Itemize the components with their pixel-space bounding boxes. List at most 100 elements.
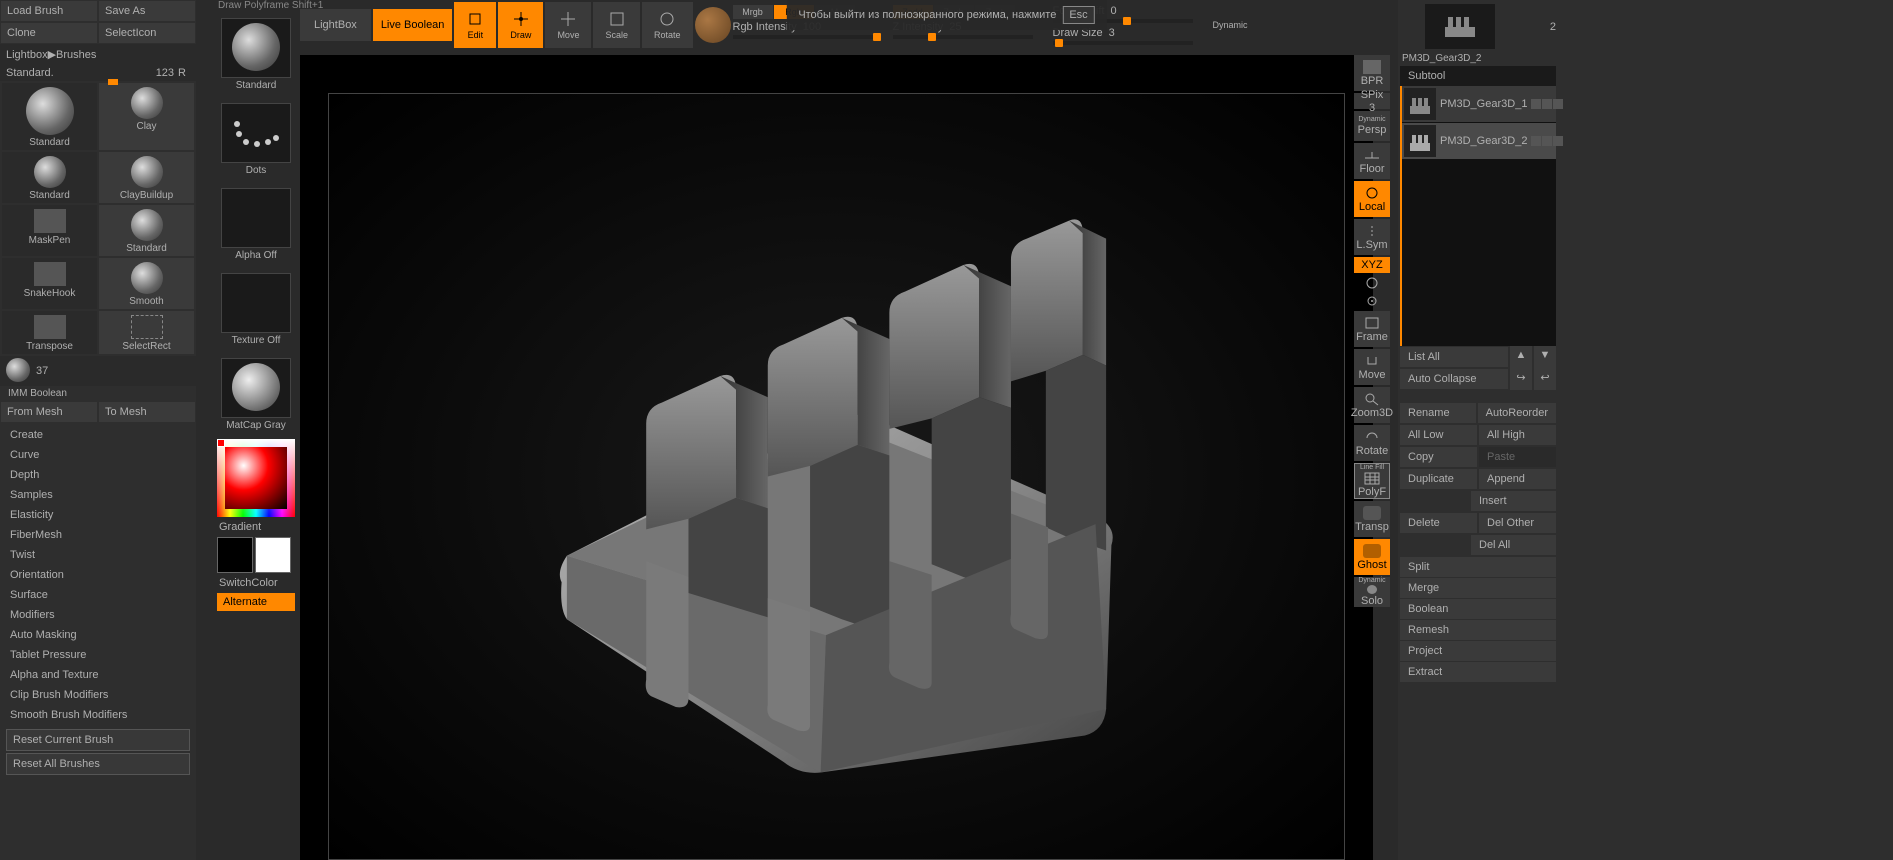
dynamic-persp-button[interactable]: DynamicPersp bbox=[1354, 111, 1390, 141]
to-mesh-button[interactable]: To Mesh bbox=[99, 402, 195, 422]
menu-modifiers[interactable]: Modifiers bbox=[0, 605, 196, 625]
mrgb-button[interactable]: Mrgb bbox=[733, 5, 773, 19]
menu-samples[interactable]: Samples bbox=[0, 485, 196, 505]
brush-smooth[interactable]: Smooth bbox=[99, 258, 194, 309]
delete-button[interactable]: Delete bbox=[1400, 513, 1477, 533]
subtool-mode-icon[interactable] bbox=[1542, 99, 1552, 109]
menu-clipbrushmod[interactable]: Clip Brush Modifiers bbox=[0, 685, 196, 705]
autoreorder-button[interactable]: AutoReorder bbox=[1478, 403, 1556, 423]
scale-mode-button[interactable]: Scale bbox=[593, 2, 640, 48]
del-all-button[interactable]: Del All bbox=[1471, 535, 1556, 555]
target-button[interactable] bbox=[1354, 293, 1390, 309]
del-other-button[interactable]: Del Other bbox=[1479, 513, 1556, 533]
z-intensity-slider[interactable] bbox=[893, 35, 1033, 39]
brush-imm-boolean[interactable]: 37 bbox=[0, 356, 196, 386]
bpr-button[interactable]: BPR bbox=[1354, 55, 1390, 91]
texture-selector[interactable]: Texture Off bbox=[215, 269, 297, 352]
insert-button[interactable]: Insert bbox=[1471, 491, 1556, 511]
rename-button[interactable]: Rename bbox=[1400, 403, 1476, 423]
subtool-mode-icon[interactable] bbox=[1542, 136, 1552, 146]
menu-twist[interactable]: Twist bbox=[0, 545, 196, 565]
remesh-section[interactable]: Remesh bbox=[1400, 620, 1556, 640]
brush-standard[interactable]: Standard bbox=[2, 83, 97, 150]
menu-elasticity[interactable]: Elasticity bbox=[0, 505, 196, 525]
live-boolean-button[interactable]: Live Boolean bbox=[373, 9, 453, 41]
switch-color-button[interactable]: SwitchColor bbox=[215, 575, 297, 591]
select-icon-button[interactable]: SelectIcon bbox=[99, 23, 195, 43]
menu-smoothbrushmod[interactable]: Smooth Brush Modifiers bbox=[0, 705, 196, 725]
menu-create[interactable]: Create bbox=[0, 425, 196, 445]
duplicate-button[interactable]: Duplicate bbox=[1400, 469, 1477, 489]
tool-thumbnail[interactable] bbox=[1425, 4, 1495, 49]
menu-orientation[interactable]: Orientation bbox=[0, 565, 196, 585]
subtool-eye-icon[interactable] bbox=[1553, 136, 1563, 146]
extract-section[interactable]: Extract bbox=[1400, 662, 1556, 682]
local-button[interactable]: Local bbox=[1354, 181, 1390, 217]
dynamic-label[interactable]: Dynamic bbox=[1213, 20, 1248, 30]
lightbox-button[interactable]: LightBox bbox=[300, 9, 371, 41]
all-low-button[interactable]: All Low bbox=[1400, 425, 1477, 445]
merge-section[interactable]: Merge bbox=[1400, 578, 1556, 598]
brush-standard-2[interactable]: Standard bbox=[2, 152, 97, 203]
brush-maskpen[interactable]: MaskPen bbox=[2, 205, 97, 256]
material-selector[interactable]: MatCap Gray bbox=[215, 354, 297, 437]
reset-current-brush-button[interactable]: Reset Current Brush bbox=[6, 729, 190, 751]
subtool-eye-icon[interactable] bbox=[1553, 99, 1563, 109]
spix-slider[interactable]: SPix 3 bbox=[1354, 93, 1390, 109]
menu-depth[interactable]: Depth bbox=[0, 465, 196, 485]
ghost-button[interactable]: Ghost bbox=[1354, 539, 1390, 575]
rotate-mode-button[interactable]: Rotate bbox=[642, 2, 693, 48]
menu-alphatexture[interactable]: Alpha and Texture bbox=[0, 665, 196, 685]
lightbox-brushes-link[interactable]: Lightbox▶Brushes bbox=[0, 44, 196, 65]
draw-size-slider[interactable] bbox=[1053, 41, 1193, 45]
menu-surface[interactable]: Surface bbox=[0, 585, 196, 605]
move-view-button[interactable]: Move bbox=[1354, 349, 1390, 385]
rgb-intensity-slider[interactable] bbox=[733, 35, 873, 39]
subtool-vis-icon[interactable] bbox=[1531, 99, 1541, 109]
subtool-item-1[interactable]: PM3D_Gear3D_1 bbox=[1402, 86, 1556, 122]
color-picker[interactable] bbox=[217, 439, 295, 517]
project-section[interactable]: Project bbox=[1400, 641, 1556, 661]
menu-curve[interactable]: Curve bbox=[0, 445, 196, 465]
brush-snakehook[interactable]: SnakeHook bbox=[2, 258, 97, 309]
menu-fibermesh[interactable]: FiberMesh bbox=[0, 525, 196, 545]
menu-automasking[interactable]: Auto Masking bbox=[0, 625, 196, 645]
lsym-button[interactable]: L.Sym bbox=[1354, 219, 1390, 255]
from-mesh-button[interactable]: From Mesh bbox=[1, 402, 97, 422]
current-brush-standard[interactable]: Standard bbox=[215, 14, 297, 97]
alpha-selector[interactable]: Alpha Off bbox=[215, 184, 297, 267]
solo-dynamic-button[interactable]: DynamicSolo bbox=[1354, 577, 1390, 607]
all-high-button[interactable]: All High bbox=[1479, 425, 1556, 445]
subtool-vis-icon[interactable] bbox=[1531, 136, 1541, 146]
gizmo-button[interactable] bbox=[695, 7, 731, 43]
frame-button[interactable]: Frame bbox=[1354, 311, 1390, 347]
floor-button[interactable]: Floor bbox=[1354, 143, 1390, 179]
boolean-section[interactable]: Boolean bbox=[1400, 599, 1556, 619]
xyz-button[interactable]: XYZ bbox=[1354, 257, 1390, 273]
paste-button[interactable]: Paste bbox=[1479, 447, 1556, 467]
swatch-main[interactable] bbox=[217, 537, 253, 573]
nav-down-button[interactable]: ▼ bbox=[1534, 346, 1556, 368]
swatch-secondary[interactable] bbox=[255, 537, 291, 573]
slider-r[interactable]: R bbox=[174, 67, 190, 79]
nav-forward-button[interactable]: ↪ bbox=[1510, 368, 1532, 390]
list-all-button[interactable]: List All bbox=[1400, 347, 1508, 367]
brush-standard-3[interactable]: Standard bbox=[99, 205, 194, 256]
append-button[interactable]: Append bbox=[1479, 469, 1556, 489]
alternate-button[interactable]: Alternate bbox=[217, 593, 295, 611]
zoom3d-button[interactable]: Zoom3D bbox=[1354, 387, 1390, 423]
brush-transpose[interactable]: Transpose bbox=[2, 311, 97, 354]
nav-back-button[interactable]: ↩ bbox=[1534, 368, 1556, 390]
stroke-dots[interactable]: Dots bbox=[215, 99, 297, 182]
load-brush-button[interactable]: Load Brush bbox=[1, 1, 97, 21]
brush-claybuildup[interactable]: ClayBuildup bbox=[99, 152, 194, 203]
subtool-item-2[interactable]: PM3D_Gear3D_2 bbox=[1402, 123, 1556, 159]
move-mode-button[interactable]: Move bbox=[545, 2, 591, 48]
viewport[interactable] bbox=[300, 55, 1373, 860]
draw-mode-button[interactable]: Draw bbox=[498, 2, 543, 48]
brush-clay[interactable]: Clay bbox=[99, 83, 194, 150]
transp-button[interactable]: Transp bbox=[1354, 501, 1390, 537]
brush-size-slider[interactable]: Standard. 123 R bbox=[0, 65, 196, 81]
clone-button[interactable]: Clone bbox=[1, 23, 97, 43]
polyf-button[interactable]: Line FillPolyF bbox=[1354, 463, 1390, 499]
